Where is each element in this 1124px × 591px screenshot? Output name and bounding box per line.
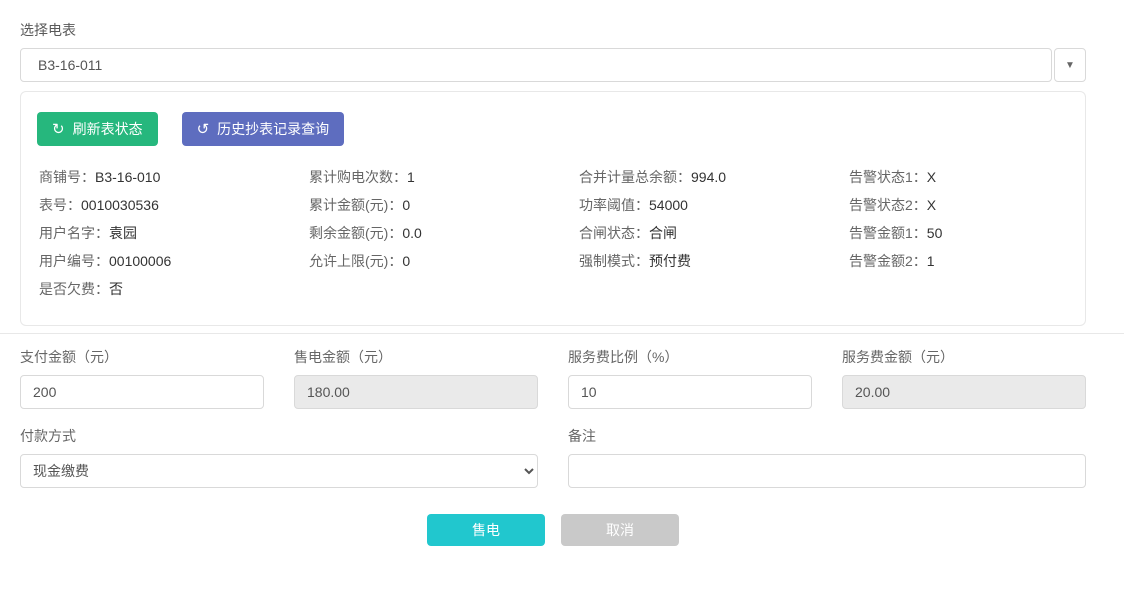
- field-sell-amount: 售电金额（元）: [294, 334, 538, 409]
- panel-buttons: ↻ 刷新表状态 ↺ 历史抄表记录查询: [37, 112, 1069, 146]
- pay-amount-input[interactable]: [20, 375, 264, 409]
- info-item: 强制模式：预付费: [579, 247, 849, 275]
- service-fee-ratio-input[interactable]: [568, 375, 812, 409]
- meter-select-label: 选择电表: [20, 20, 1086, 40]
- info-column-shop: 商铺号：B3-16-010 表号：0010030536 用户名字：袁园 用户编号…: [39, 163, 309, 303]
- info-item: 是否欠费：否: [39, 275, 309, 303]
- field-remark: 备注: [568, 409, 1086, 488]
- info-column-purchase: 累计购电次数：1 累计金额(元)：0 剩余金额(元)：0.0 允许上限(元)：0: [309, 163, 579, 303]
- service-fee-amount-label: 服务费金额（元）: [842, 347, 1086, 367]
- caret-down-icon[interactable]: ▼: [1054, 48, 1086, 82]
- info-item: 告警金额2：1: [849, 247, 1069, 275]
- info-item: 用户编号：00100006: [39, 247, 309, 275]
- refresh-icon: ↻: [52, 122, 65, 137]
- meter-select-value[interactable]: B3-16-011: [20, 48, 1052, 82]
- sell-amount-input: [294, 375, 538, 409]
- refresh-meter-status-button[interactable]: ↻ 刷新表状态: [37, 112, 158, 146]
- info-item: 告警状态2：X: [849, 191, 1069, 219]
- info-item: 商铺号：B3-16-010: [39, 163, 309, 191]
- service-fee-ratio-label: 服务费比例（%）: [568, 347, 812, 367]
- info-item: 功率阈值：54000: [579, 191, 849, 219]
- info-item: 累计金额(元)：0: [309, 191, 579, 219]
- info-item: 告警状态1：X: [849, 163, 1069, 191]
- meter-info-grid: 商铺号：B3-16-010 表号：0010030536 用户名字：袁园 用户编号…: [37, 163, 1069, 303]
- sell-button[interactable]: 售电: [427, 514, 545, 546]
- info-item: 剩余金额(元)：0.0: [309, 219, 579, 247]
- info-item: 合并计量总余额：994.0: [579, 163, 849, 191]
- info-item: 表号：0010030536: [39, 191, 309, 219]
- info-column-meter-state: 合并计量总余额：994.0 功率阈值：54000 合闸状态：合闸 强制模式：预付…: [579, 163, 849, 303]
- field-service-fee-amount: 服务费金额（元）: [842, 334, 1086, 409]
- history-readings-button[interactable]: ↺ 历史抄表记录查询: [182, 112, 345, 146]
- field-payment-method: 付款方式 现金缴费: [20, 409, 538, 488]
- history-button-label: 历史抄表记录查询: [217, 119, 329, 139]
- refresh-button-label: 刷新表状态: [73, 119, 143, 139]
- field-service-fee-ratio: 服务费比例（%）: [568, 334, 812, 409]
- pay-amount-label: 支付金额（元）: [20, 347, 264, 367]
- sell-amount-label: 售电金额（元）: [294, 347, 538, 367]
- info-item: 告警金额1：50: [849, 219, 1069, 247]
- remark-label: 备注: [568, 426, 1086, 446]
- history-icon: ↺: [197, 122, 210, 137]
- payment-method-label: 付款方式: [20, 426, 538, 446]
- cancel-button[interactable]: 取消: [561, 514, 679, 546]
- form-actions: 售电 取消: [20, 514, 1086, 546]
- payment-form: 支付金额（元） 售电金额（元） 服务费比例（%） 服务费金额（元） 付款方式 现…: [20, 334, 1086, 488]
- meter-select[interactable]: B3-16-011 ▼: [20, 48, 1086, 82]
- remark-input[interactable]: [568, 454, 1086, 488]
- meter-status-panel: ↻ 刷新表状态 ↺ 历史抄表记录查询 商铺号：B3-16-010 表号：0010…: [20, 91, 1086, 326]
- field-pay-amount: 支付金额（元）: [20, 334, 264, 409]
- info-item: 合闸状态：合闸: [579, 219, 849, 247]
- info-column-alarms: 告警状态1：X 告警状态2：X 告警金额1：50 告警金额2：1: [849, 163, 1069, 303]
- info-item: 用户名字：袁园: [39, 219, 309, 247]
- info-item: 允许上限(元)：0: [309, 247, 579, 275]
- service-fee-amount-input: [842, 375, 1086, 409]
- info-item: 累计购电次数：1: [309, 163, 579, 191]
- payment-method-select[interactable]: 现金缴费: [20, 454, 538, 488]
- sell-electricity-page: 选择电表 B3-16-011 ▼ ↻ 刷新表状态 ↺ 历史抄表记录查询 商铺号：…: [0, 20, 1124, 326]
